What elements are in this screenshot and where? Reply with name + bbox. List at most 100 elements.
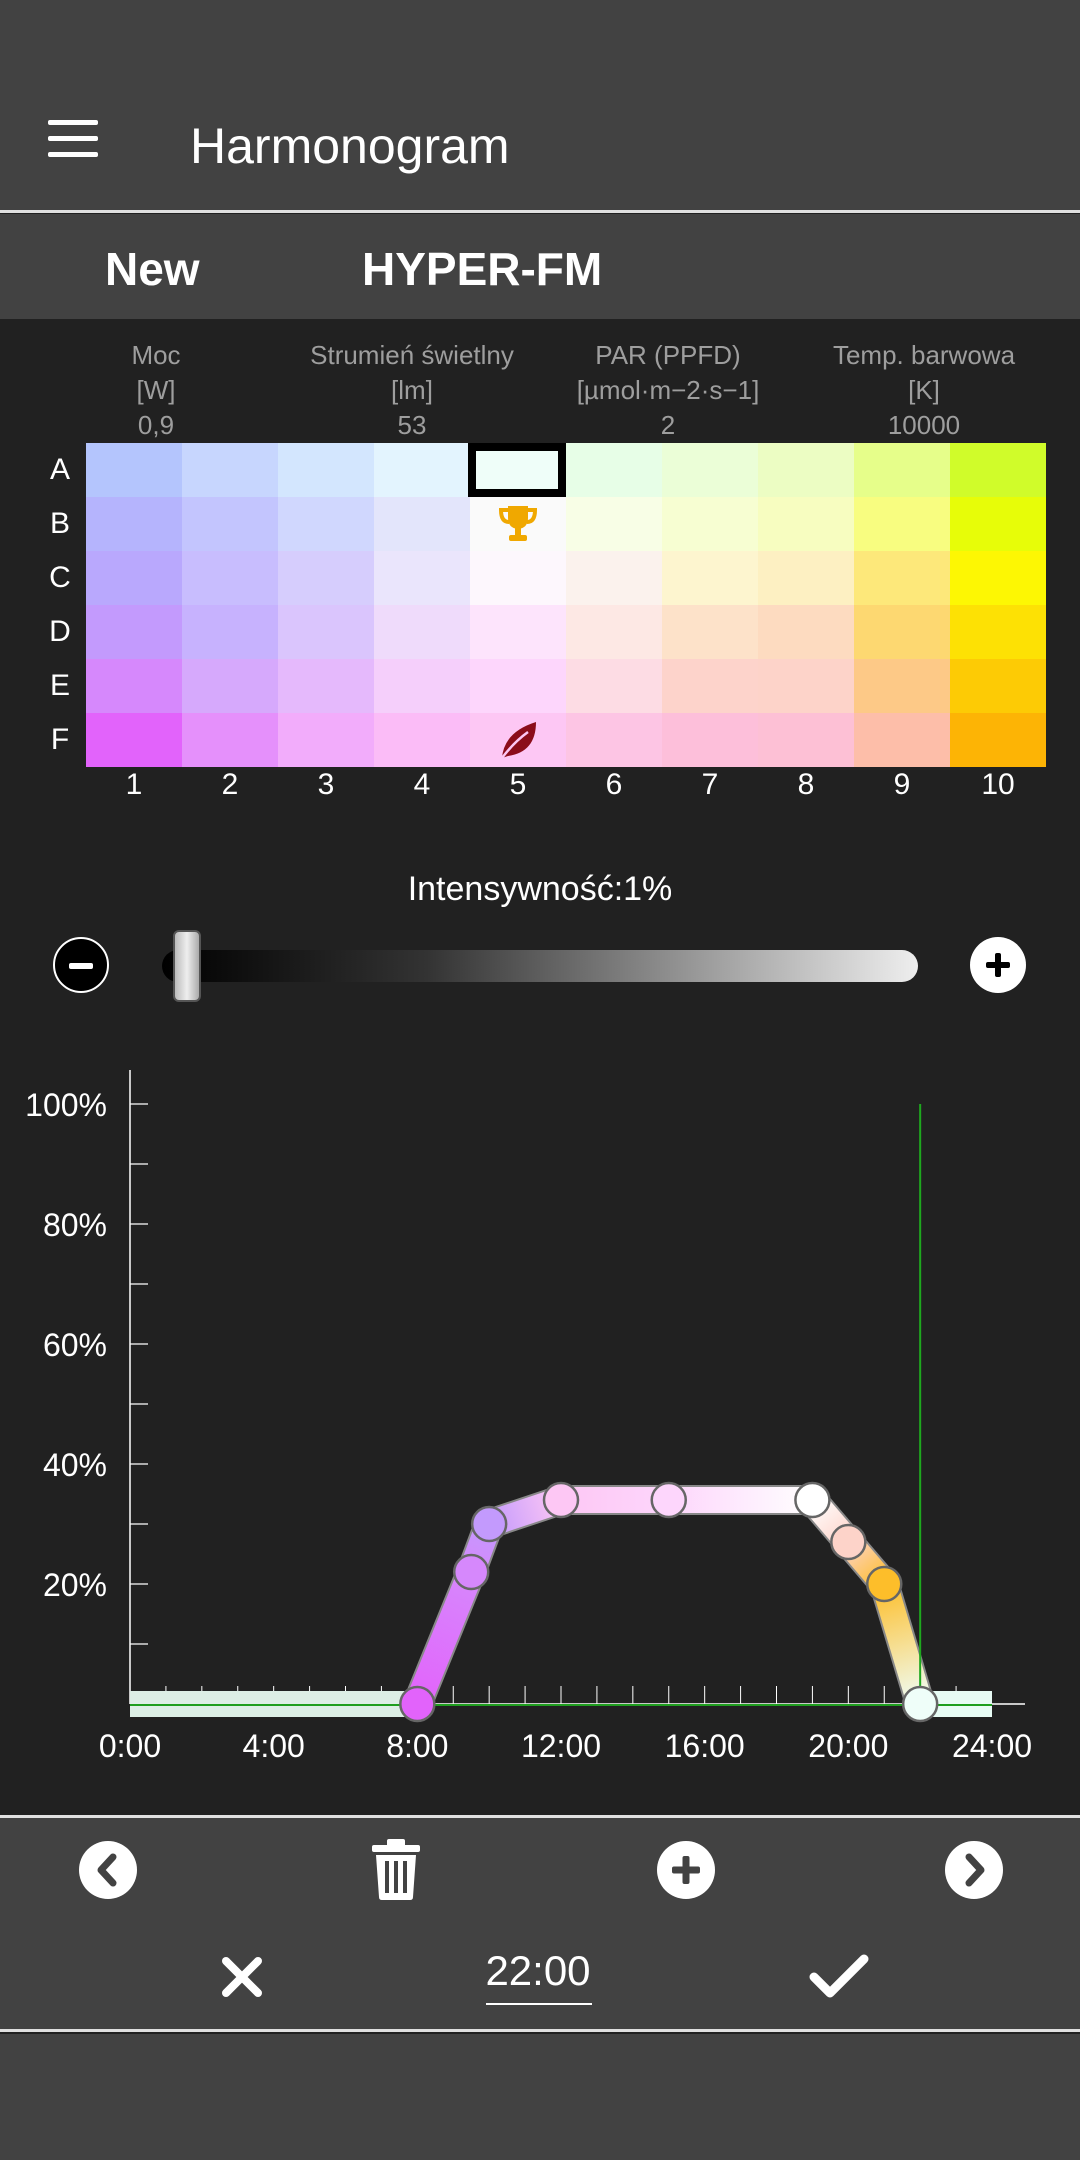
y-tick-label: 60% — [43, 1327, 107, 1363]
increase-intensity-button[interactable] — [970, 937, 1026, 993]
grid-cell-f2[interactable] — [182, 713, 278, 767]
grid-cell-c6[interactable] — [566, 551, 662, 605]
grid-cell-e7[interactable] — [662, 659, 758, 713]
grid-cell-e1[interactable] — [86, 659, 182, 713]
grid-cell-b9[interactable] — [854, 497, 950, 551]
y-tick-label: 80% — [43, 1207, 107, 1243]
grid-cell-a7[interactable] — [662, 443, 758, 497]
grid-cell-b1[interactable] — [86, 497, 182, 551]
y-tick-label: 40% — [43, 1447, 107, 1483]
grid-cell-d10[interactable] — [950, 605, 1046, 659]
grid-cell-f3[interactable] — [278, 713, 374, 767]
grid-cell-b7[interactable] — [662, 497, 758, 551]
status-bar — [0, 0, 1080, 80]
grid-cell-b3[interactable] — [278, 497, 374, 551]
intensity-slider-thumb[interactable] — [173, 930, 202, 1002]
schedule-point[interactable] — [650, 1481, 687, 1519]
next-point-button[interactable] — [945, 1841, 1003, 1899]
grid-cell-d3[interactable] — [278, 605, 374, 659]
x-tick-label: 8:00 — [386, 1728, 448, 1764]
metric-unit: [W] — [136, 375, 176, 405]
grid-cell-e3[interactable] — [278, 659, 374, 713]
grid-cell-d4[interactable] — [374, 605, 470, 659]
schedule-point[interactable] — [866, 1565, 903, 1603]
toolbar-divider — [0, 1815, 1080, 1818]
grid-cell-c9[interactable] — [854, 551, 950, 605]
grid-cell-e10[interactable] — [950, 659, 1046, 713]
schedule-point[interactable] — [399, 1685, 436, 1723]
grid-cell-d6[interactable] — [566, 605, 662, 659]
grid-cell-f8[interactable] — [758, 713, 854, 767]
schedule-point[interactable] — [470, 1505, 508, 1543]
schedule-point[interactable] — [542, 1481, 580, 1519]
menu-icon[interactable] — [48, 120, 98, 160]
grid-cell-c10[interactable] — [950, 551, 1046, 605]
grid-cell-a8[interactable] — [758, 443, 854, 497]
grid-cell-a3[interactable] — [278, 443, 374, 497]
grid-cell-b4[interactable] — [374, 497, 470, 551]
schedule-point[interactable] — [830, 1523, 867, 1561]
grid-cell-d5[interactable] — [470, 605, 566, 659]
grid-cell-c8[interactable] — [758, 551, 854, 605]
grid-cell-e5[interactable] — [470, 659, 566, 713]
grid-cell-f6[interactable] — [566, 713, 662, 767]
grid-cell-c7[interactable] — [662, 551, 758, 605]
new-schedule-label[interactable]: New — [105, 242, 200, 296]
grid-cell-e8[interactable] — [758, 659, 854, 713]
metric-label: Temp. barwowa — [832, 340, 1016, 370]
add-point-button[interactable] — [657, 1841, 715, 1899]
grid-cell-f4[interactable] — [374, 713, 470, 767]
grid-cell-c4[interactable] — [374, 551, 470, 605]
metric-label: PAR (PPFD) — [595, 340, 741, 370]
selected-time-value[interactable]: 22:00 — [438, 1947, 638, 1995]
grid-cell-c3[interactable] — [278, 551, 374, 605]
grid-cell-c5[interactable] — [470, 551, 566, 605]
grid-cell-a6[interactable] — [566, 443, 662, 497]
grid-cell-c1[interactable] — [86, 551, 182, 605]
grid-cell-a1[interactable] — [86, 443, 182, 497]
grid-cell-e2[interactable] — [182, 659, 278, 713]
grid-cell-e9[interactable] — [854, 659, 950, 713]
check-icon[interactable] — [808, 1951, 870, 2001]
grid-cell-f10[interactable] — [950, 713, 1046, 767]
grid-cell-d8[interactable] — [758, 605, 854, 659]
grid-cell-a2[interactable] — [182, 443, 278, 497]
toolbar-bottom-divider — [0, 2029, 1080, 2032]
decrease-intensity-button[interactable] — [53, 937, 109, 993]
trash-icon[interactable] — [368, 1837, 424, 1901]
metric-par: PAR (PPFD) [µmol·m−2·s−1] 2 — [538, 338, 798, 443]
schedule-point[interactable] — [794, 1481, 831, 1519]
grid-cell-e6[interactable] — [566, 659, 662, 713]
grid-cell-a4[interactable] — [374, 443, 470, 497]
grid-cell-b6[interactable] — [566, 497, 662, 551]
y-tick-label: 100% — [25, 1087, 107, 1123]
schedule-point[interactable] — [901, 1685, 939, 1723]
grid-cell-e4[interactable] — [374, 659, 470, 713]
grid-cell-f7[interactable] — [662, 713, 758, 767]
column-label: 7 — [701, 768, 719, 801]
spectrum-color-grid[interactable] — [86, 443, 1046, 767]
schedule-point[interactable] — [452, 1553, 490, 1591]
grid-cell-b2[interactable] — [182, 497, 278, 551]
grid-cell-d1[interactable] — [86, 605, 182, 659]
intensity-slider[interactable] — [162, 950, 918, 982]
column-label: 1 — [125, 768, 143, 801]
schedule-chart[interactable]: 20% 40% 60% 80% 100% 0:00 4:00 8:00 12:00 16:00 20… — [0, 1060, 1080, 1780]
grid-cell-f1[interactable] — [86, 713, 182, 767]
row-label: B — [49, 507, 70, 540]
grid-cell-d9[interactable] — [854, 605, 950, 659]
grid-cell-a10[interactable] — [950, 443, 1046, 497]
grid-cell-b8[interactable] — [758, 497, 854, 551]
grid-cell-d2[interactable] — [182, 605, 278, 659]
selected-cell-indicator — [468, 443, 566, 497]
grid-cell-d7[interactable] — [662, 605, 758, 659]
row-label: D — [49, 615, 71, 648]
grid-cell-a9[interactable] — [854, 443, 950, 497]
chevron-left-icon — [97, 1853, 117, 1887]
grid-cell-b10[interactable] — [950, 497, 1046, 551]
close-icon[interactable] — [220, 1955, 264, 1999]
metric-luminous-flux: Strumień świetlny [lm] 53 — [282, 338, 542, 443]
previous-point-button[interactable] — [79, 1841, 137, 1899]
grid-cell-f9[interactable] — [854, 713, 950, 767]
grid-cell-c2[interactable] — [182, 551, 278, 605]
